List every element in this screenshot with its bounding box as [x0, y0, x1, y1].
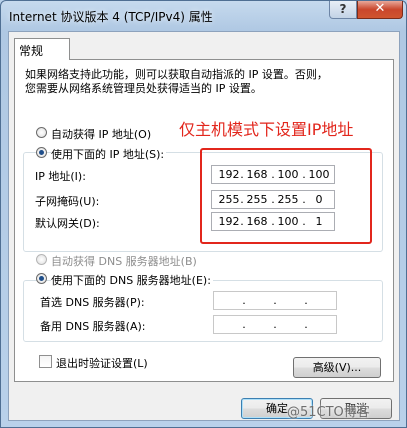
radio-manual-ip[interactable] — [36, 147, 47, 158]
label-subnet-mask: 子网掩码(U): — [35, 195, 100, 208]
description-line-2: 您需要从网络系统管理员处获得适当的 IP 设置。 — [25, 82, 262, 95]
title-bar[interactable]: Internet 协议版本 4 (TCP/IPv4) 属性 ? ✕ — [1, 1, 406, 31]
tab-general[interactable]: 常规 — [14, 38, 70, 60]
label-preferred-dns: 首选 DNS 服务器(P): — [40, 296, 145, 309]
watermark-text: @51CTO博客 — [287, 405, 370, 420]
label-default-gateway: 默认网关(D): — [35, 217, 100, 230]
annotation-box — [200, 148, 372, 244]
dialog-window: Internet 协议版本 4 (TCP/IPv4) 属性 ? ✕ 常规 如果网… — [0, 0, 407, 428]
help-button[interactable]: ? — [329, 1, 357, 19]
radio-auto-dns[interactable] — [36, 254, 47, 265]
label-manual-ip: 使用下面的 IP 地址(S): — [51, 146, 167, 162]
label-auto-ip: 自动获得 IP 地址(O) — [51, 128, 152, 141]
label-validate-on-exit: 退出时验证设置(L) — [56, 357, 148, 370]
label-alternate-dns: 备用 DNS 服务器(A): — [40, 320, 146, 333]
close-button[interactable]: ✕ — [357, 1, 403, 19]
advanced-button[interactable]: 高级(V)... — [293, 357, 381, 378]
preferred-dns-input[interactable]: ... — [213, 291, 337, 310]
description-text: 如果网络支持此功能，则可以获取自动指派的 IP 设置。否则， 您需要从网络系统管… — [25, 68, 375, 96]
dialog-client: 常规 如果网络支持此功能，则可以获取自动指派的 IP 设置。否则， 您需要从网络… — [8, 31, 400, 421]
annotation-text: 仅主机模式下设置IP地址 — [179, 120, 354, 139]
alternate-dns-input[interactable]: ... — [213, 315, 337, 334]
radio-auto-ip[interactable] — [36, 127, 47, 138]
window-title: Internet 协议版本 4 (TCP/IPv4) 属性 — [9, 10, 213, 24]
label-ip-address: IP 地址(I): — [35, 170, 86, 183]
validate-on-exit-checkbox[interactable] — [39, 355, 52, 368]
description-line-1: 如果网络支持此功能，则可以获取自动指派的 IP 设置。否则， — [25, 68, 328, 81]
radio-manual-dns[interactable] — [36, 273, 47, 284]
label-manual-dns: 使用下面的 DNS 服务器地址(E): — [51, 272, 213, 288]
label-auto-dns: 自动获得 DNS 服务器地址(B) — [51, 255, 197, 268]
